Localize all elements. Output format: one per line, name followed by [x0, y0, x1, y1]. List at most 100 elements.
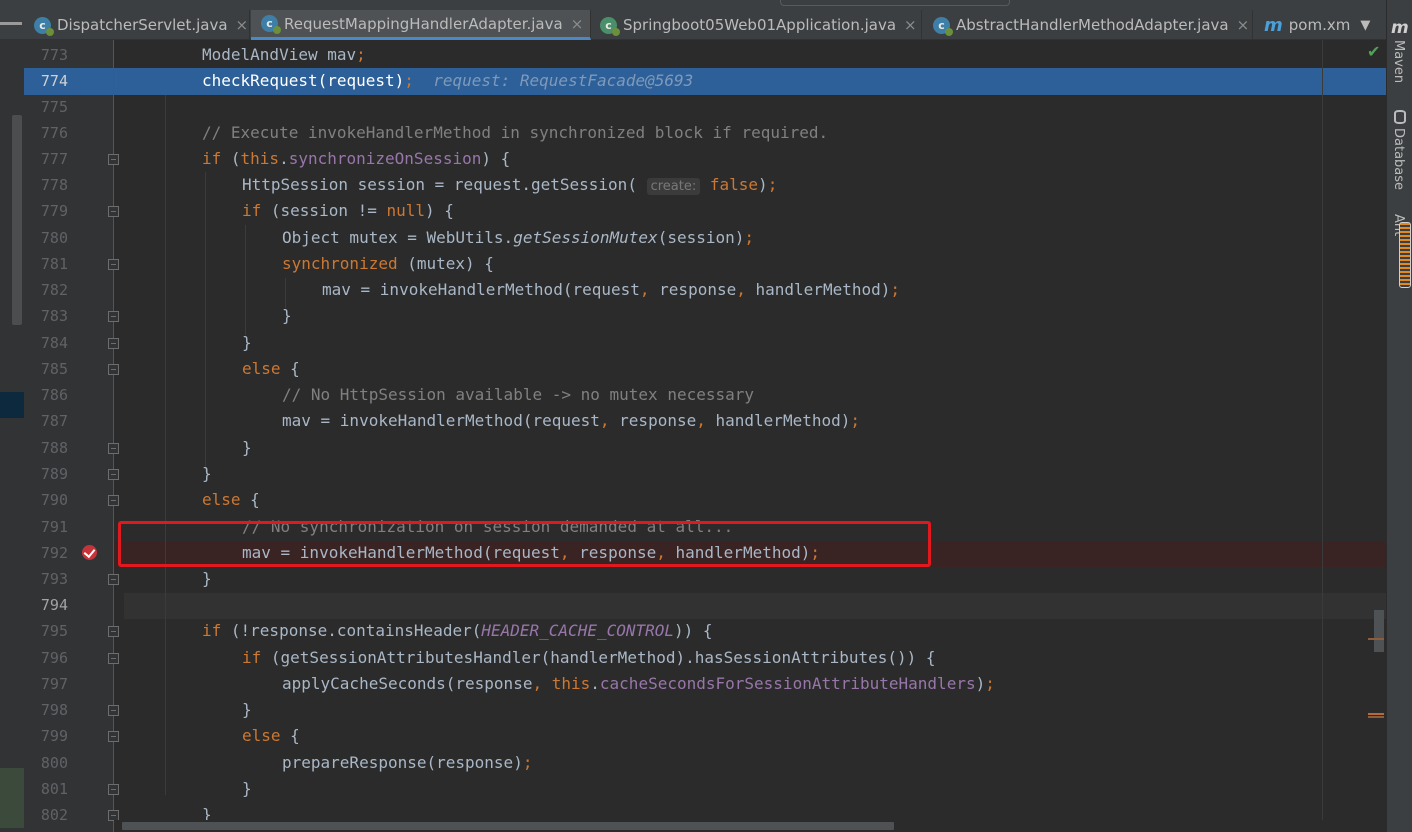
close-icon[interactable]: × — [571, 15, 584, 33]
code-line-774: 774 checkRequest(request); request: Requ… — [0, 68, 1386, 94]
code-comment: // Execute invokeHandlerMethod in synchr… — [202, 123, 829, 142]
tab-pom[interactable]: m pom.xm ▼ — [1254, 10, 1386, 40]
inspection-ok-icon[interactable]: ✔ — [1367, 42, 1380, 61]
fold-end-icon[interactable] — [108, 338, 119, 349]
tab-requestmappinghandleradapter[interactable]: c RequestMappingHandlerAdapter.java × — [251, 10, 591, 40]
maven-tool-button[interactable]: Maven — [1391, 40, 1406, 83]
line-number[interactable]: 786 — [28, 382, 68, 408]
fold-icon[interactable] — [108, 154, 119, 165]
line-number[interactable]: 785 — [28, 356, 68, 382]
code-text: synchronized (mutex) { — [282, 254, 494, 273]
code-line-801: 801 } — [0, 776, 1386, 802]
fold-icon[interactable] — [108, 364, 119, 375]
close-icon[interactable]: × — [236, 16, 249, 34]
tab-bar-menu[interactable] — [0, 22, 22, 25]
error-stripe-mark[interactable] — [1368, 713, 1384, 715]
code-text: ModelAndView mav; — [202, 45, 366, 64]
code-text: if (!response.containsHeader(HEADER_CACH… — [202, 621, 713, 640]
window-frame-fragment — [780, 0, 1010, 6]
java-class-icon: c — [261, 15, 281, 34]
code-line-783: 783 } — [0, 303, 1386, 329]
line-number[interactable]: 792 — [28, 540, 68, 566]
editor-vertical-scrollbar-thumb[interactable] — [1374, 610, 1384, 652]
java-class-icon: c — [933, 16, 953, 36]
line-number[interactable]: 774 — [28, 68, 68, 94]
fold-end-icon[interactable] — [108, 574, 119, 585]
line-number[interactable]: 776 — [28, 120, 68, 146]
code-line-777: 777 if (this.synchronizeOnSession) { — [0, 146, 1386, 172]
horizontal-scrollbar-thumb[interactable] — [122, 822, 894, 830]
tab-label: pom.xm — [1288, 16, 1351, 34]
annotation-highlight-box — [118, 521, 931, 567]
error-stripe-mark[interactable] — [1368, 638, 1384, 640]
line-number[interactable]: 779 — [28, 198, 68, 224]
fold-icon[interactable] — [108, 495, 119, 506]
fold-end-icon[interactable] — [108, 311, 119, 322]
code-line-798: 798 } — [0, 697, 1386, 723]
line-number[interactable]: 778 — [28, 172, 68, 198]
chevron-down-icon[interactable]: ▼ — [1360, 18, 1370, 33]
code-line-775: 775 — [0, 94, 1386, 120]
code-line-781: 781 synchronized (mutex) { — [0, 251, 1386, 277]
code-text: } — [242, 779, 252, 798]
line-number[interactable]: 790 — [28, 487, 68, 513]
line-number[interactable]: 795 — [28, 618, 68, 644]
line-number[interactable]: 796 — [28, 645, 68, 671]
line-number[interactable]: 802 — [28, 802, 68, 828]
line-number[interactable]: 787 — [28, 408, 68, 434]
editor-horizontal-scrollbar[interactable] — [114, 820, 1386, 832]
code-text: Object mutex = WebUtils.getSessionMutex(… — [282, 228, 755, 247]
tab-dispatcherservlet[interactable]: c DispatcherServlet.java × — [34, 10, 250, 40]
line-number[interactable]: 789 — [28, 461, 68, 487]
database-tool-button[interactable]: Database — [1391, 128, 1406, 190]
tab-abstracthandlermethodadapter[interactable]: c AbstractHandlerMethodAdapter.java × — [923, 10, 1253, 40]
error-stripe-mark[interactable] — [1368, 716, 1384, 718]
line-number[interactable]: 781 — [28, 251, 68, 277]
code-line-786: 786 // No HttpSession available -> no mu… — [0, 382, 1386, 408]
code-text: else { — [242, 726, 300, 745]
tab-label: Springboot05Web01Application.java — [623, 16, 897, 34]
line-number[interactable]: 798 — [28, 697, 68, 723]
memory-indicator[interactable] — [1399, 222, 1411, 288]
code-text: mav = invokeHandlerMethod(request, respo… — [282, 411, 861, 430]
line-number[interactable]: 793 — [28, 566, 68, 592]
close-icon[interactable]: × — [904, 16, 917, 34]
code-text: } — [242, 700, 252, 719]
line-number[interactable]: 791 — [28, 514, 68, 540]
fold-icon[interactable] — [108, 259, 119, 270]
line-number[interactable]: 777 — [28, 146, 68, 172]
line-number[interactable]: 801 — [28, 776, 68, 802]
line-number[interactable]: 794 — [28, 592, 68, 618]
line-number[interactable]: 782 — [28, 277, 68, 303]
code-text: applyCacheSeconds(response, this.cacheSe… — [282, 674, 995, 693]
tab-springboot05web01application[interactable]: c Springboot05Web01Application.java × — [592, 10, 922, 40]
editor-tab-bar: c DispatcherServlet.java × c RequestMapp… — [0, 0, 1386, 40]
line-number[interactable]: 773 — [28, 42, 68, 68]
fold-end-icon[interactable] — [108, 469, 119, 480]
line-number[interactable]: 775 — [28, 94, 68, 120]
fold-end-icon[interactable] — [108, 784, 119, 795]
code-line-790: 790 else { — [0, 487, 1386, 513]
right-tool-window-bar: m Maven Database Ant — [1386, 0, 1412, 832]
line-number[interactable]: 788 — [28, 435, 68, 461]
line-number[interactable]: 780 — [28, 225, 68, 251]
fold-icon[interactable] — [108, 653, 119, 664]
line-number[interactable]: 784 — [28, 330, 68, 356]
line-number[interactable]: 800 — [28, 750, 68, 776]
code-line-782: 782 mav = invokeHandlerMethod(request, r… — [0, 277, 1386, 303]
close-icon[interactable]: × — [1237, 16, 1250, 34]
spring-boot-class-icon: c — [600, 16, 620, 36]
code-line-797: 797 applyCacheSeconds(response, this.cac… — [0, 671, 1386, 697]
line-number[interactable]: 797 — [28, 671, 68, 697]
fold-icon[interactable] — [108, 206, 119, 217]
code-line-789: 789 } — [0, 461, 1386, 487]
code-comment: // No HttpSession available -> no mutex … — [282, 385, 755, 404]
fold-icon[interactable] — [108, 626, 119, 637]
breakpoint-icon[interactable] — [82, 545, 97, 560]
line-number[interactable]: 799 — [28, 723, 68, 749]
fold-end-icon[interactable] — [108, 443, 119, 454]
code-line-779: 779 if (session != null) { — [0, 198, 1386, 224]
line-number[interactable]: 783 — [28, 303, 68, 329]
fold-end-icon[interactable] — [108, 705, 119, 716]
fold-icon[interactable] — [108, 731, 119, 742]
